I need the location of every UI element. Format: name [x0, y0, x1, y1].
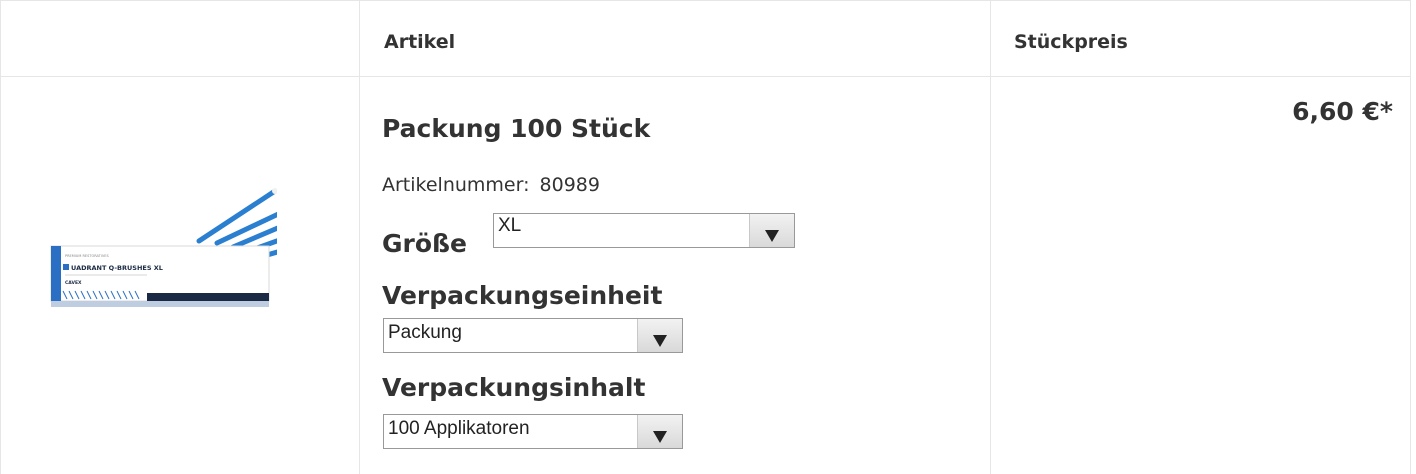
article-number-label: Artikelnummer: — [382, 174, 530, 196]
size-dropdown-button[interactable] — [749, 214, 794, 247]
packaging-content-select[interactable]: 100 Applikatoren — [383, 414, 683, 449]
chevron-down-icon — [653, 335, 667, 347]
packaging-unit-dropdown-button[interactable] — [637, 319, 682, 352]
column-header-stueckpreis: Stückpreis — [1014, 31, 1128, 53]
unit-price: 6,60 €* — [1292, 97, 1393, 126]
svg-text:CAVEX: CAVEX — [65, 280, 82, 286]
size-select[interactable]: XL — [493, 213, 795, 248]
packaging-content-dropdown-button[interactable] — [637, 415, 682, 448]
product-table: Artikel Stückpreis PREMIUM RESTORATIVES … — [0, 0, 1411, 474]
chevron-down-icon — [765, 230, 779, 242]
packaging-content-value: 100 Applikatoren — [388, 418, 530, 439]
product-image[interactable]: PREMIUM RESTORATIVES UADRANT Q-BRUSHES X… — [47, 181, 277, 316]
packaging-unit-label: Verpackungseinheit — [382, 281, 663, 310]
packaging-unit-value: Packung — [388, 322, 462, 343]
size-select-value: XL — [498, 215, 522, 236]
column-header-artikel: Artikel — [384, 31, 456, 53]
packaging-unit-select[interactable]: Packung — [383, 318, 683, 353]
product-title: Packung 100 Stück — [382, 114, 651, 143]
svg-text:UADRANT Q-BRUSHES XL: UADRANT Q-BRUSHES XL — [71, 264, 163, 272]
article-number: Artikelnummer: 80989 — [382, 174, 600, 196]
article-number-value: 80989 — [539, 174, 600, 196]
svg-text:PREMIUM RESTORATIVES: PREMIUM RESTORATIVES — [65, 254, 109, 258]
size-label: Größe — [382, 229, 467, 258]
chevron-down-icon — [653, 431, 667, 443]
packaging-content-label: Verpackungsinhalt — [382, 373, 646, 402]
